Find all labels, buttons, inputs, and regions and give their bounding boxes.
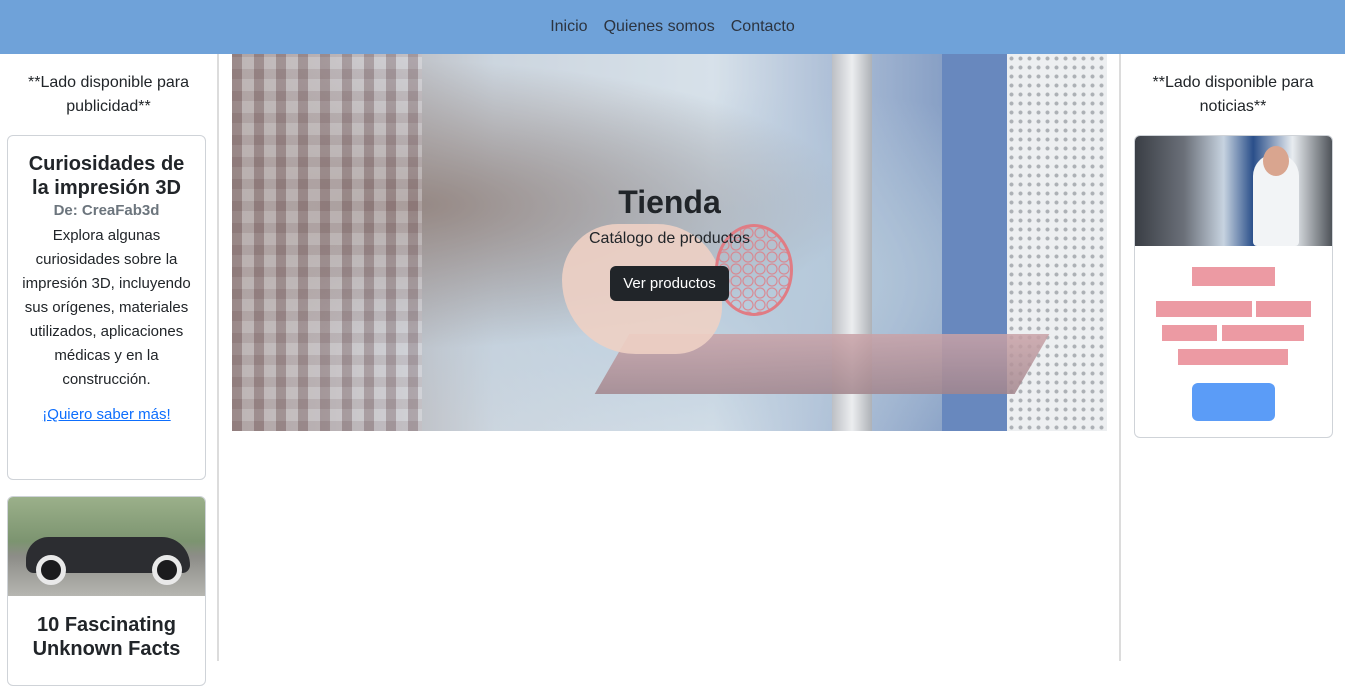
placeholder-title — [1192, 267, 1275, 286]
left-sidebar: **Lado disponible para publicidad** Curi… — [0, 54, 219, 686]
placeholder-line — [1156, 301, 1252, 317]
news-lab-image — [1135, 136, 1332, 246]
nav-link-inicio[interactable]: Inicio — [550, 18, 587, 36]
hero-content: Tienda Catálogo de productos Ver product… — [232, 182, 1107, 301]
printed-car-image — [8, 497, 205, 596]
placeholder-line — [1178, 349, 1288, 365]
placeholder-button[interactable] — [1192, 383, 1275, 421]
scientist-face — [1263, 146, 1289, 176]
nav-link-contacto[interactable]: Contacto — [731, 18, 795, 36]
hero-title: Tienda — [618, 184, 721, 220]
placeholder-line — [1256, 301, 1311, 317]
car-wheel-rear — [152, 555, 182, 585]
car-article-title: 10 Fascinating Unknown Facts — [32, 614, 181, 660]
placeholder-line — [1162, 325, 1217, 341]
read-more-link[interactable]: ¡Quiero saber más! — [42, 406, 170, 423]
right-sidebar: **Lado disponible para noticias** — [1119, 54, 1345, 661]
news-placeholder-card — [1134, 135, 1333, 438]
placeholder-line — [1222, 325, 1304, 341]
car-article-card[interactable]: 10 Fascinating Unknown Facts — [7, 496, 206, 686]
article-author: De: CreaFab3d — [53, 202, 160, 219]
article-text: Explora algunas curiosidades sobre la im… — [22, 227, 191, 388]
news-space-note: **Lado disponible para noticias** — [1152, 74, 1314, 115]
article-card: Curiosidades de la impresión 3D De: Crea… — [7, 135, 206, 480]
hero-banner: Tienda Catálogo de productos Ver product… — [232, 54, 1107, 431]
ad-space-note: **Lado disponible para publicidad** — [27, 74, 189, 115]
nav-link-quienes-somos[interactable]: Quienes somos — [604, 18, 715, 36]
car-wheel-front — [36, 555, 66, 585]
article-title: Curiosidades de la impresión 3D — [28, 153, 185, 199]
top-navbar: Inicio Quienes somos Contacto — [0, 0, 1345, 54]
hero-subtitle: Catálogo de productos — [589, 230, 750, 247]
view-products-button[interactable]: Ver productos — [610, 266, 729, 301]
